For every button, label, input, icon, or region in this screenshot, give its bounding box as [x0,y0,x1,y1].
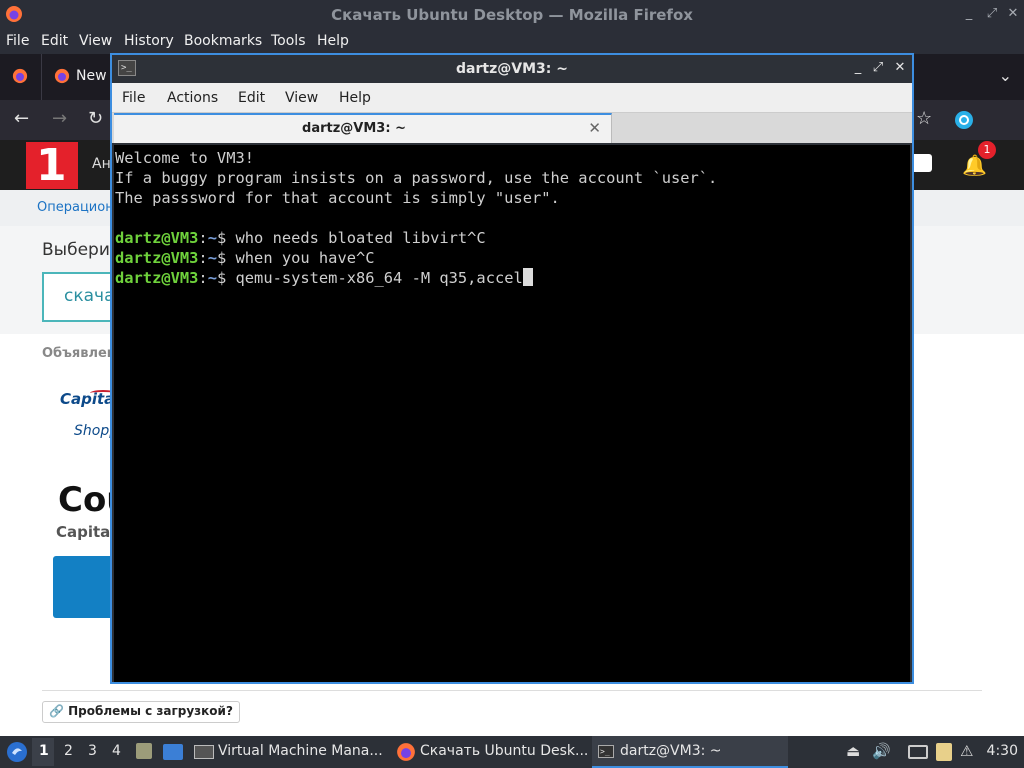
chevron-down-icon[interactable]: ⌄ [999,66,1012,85]
taskbar: 1 2 3 4 Virtual Machine Mana... Скачать … [0,736,1024,768]
prompt-sep: : [198,229,208,247]
terminal-output[interactable]: Welcome to VM3! If a buggy program insist… [114,145,910,682]
menu-help[interactable]: Help [339,90,371,106]
motd-line: Welcome to VM3! [115,149,254,167]
site-logo-text: 1 [36,140,67,191]
clipboard-icon[interactable] [936,743,952,761]
motd-line: The passsword for that account is simply… [115,189,560,207]
ad-subtext: Capital [56,523,116,541]
bookmark-star-icon[interactable]: ☆ [916,108,932,129]
download-button-label: скача [64,286,115,306]
terminal-titlebar[interactable]: >_ dartz@VM3: ~ _ ⤢ ✕ [112,55,912,83]
extension-icon[interactable] [954,110,974,130]
display-icon[interactable] [908,745,928,759]
prompt-user: dartz@VM3 [115,249,199,267]
workspace-3[interactable]: 3 [88,743,97,759]
notification-badge: 1 [978,141,996,159]
menu-bookmarks[interactable]: Bookmarks [184,33,262,49]
ad-brand-logo[interactable]: Capita [60,390,114,408]
menu-help[interactable]: Help [317,33,349,49]
task-label: dartz@VM3: ~ [620,743,722,759]
menu-edit[interactable]: Edit [238,90,265,106]
terminal-menubar: File Actions Edit View Help [112,83,912,113]
ad-label: Объявлен [42,346,116,361]
tab-new[interactable]: New [44,54,114,100]
start-menu-icon[interactable] [6,741,28,763]
firefox-icon [54,68,70,84]
terminal-window-title: dartz@VM3: ~ [456,61,568,77]
prompt-path: ~ [207,249,217,267]
terminal-tabbar: dartz@VM3: ~ ✕ [112,113,912,143]
workspace-2[interactable]: 2 [64,743,73,759]
task-label: Virtual Machine Mana... [218,743,383,759]
header-text[interactable]: Ан [92,156,111,172]
current-line: dartz@VM3:~$ qemu-system-x86_64 -M q35,a… [115,268,910,288]
terminal-icon: >_ [598,745,614,758]
menu-view[interactable]: View [285,90,318,106]
reload-icon[interactable]: ↻ [88,108,103,129]
workspace-1[interactable]: 1 [39,743,49,759]
close-tab-icon[interactable]: ✕ [588,119,601,137]
tab-label: dartz@VM3: ~ [302,121,406,136]
minimize-icon[interactable]: _ [850,60,866,75]
close-icon[interactable]: ✕ [892,60,908,75]
motd-line: If a buggy program insists on a password… [115,169,718,187]
site-logo[interactable]: 1 [26,140,78,191]
breadcrumb-link[interactable]: Операцион [37,200,114,215]
prompt-sep: : [198,269,208,287]
text-cursor [522,268,533,286]
upload-icon[interactable]: ⏏ [846,742,860,760]
prompt-sep: : [198,249,208,267]
prompt-end: $ [216,249,236,267]
select-title: Выберит [42,240,120,260]
command-input[interactable]: qemu-system-x86_64 -M q35,accel [236,269,523,287]
history-command: when you have^C [235,249,375,267]
download-problems-link[interactable]: 🔗 Проблемы с загрузкой? [42,701,240,723]
volume-icon[interactable]: 🔊 [872,742,891,760]
menu-view[interactable]: View [79,33,112,49]
network-icon[interactable]: ⚠ [960,742,973,760]
firefox-titlebar: Скачать Ubuntu Desktop — Mozilla Firefox… [0,0,1024,30]
tab-label: New [76,68,107,84]
maximize-icon[interactable]: ⤢ [870,60,886,75]
forward-icon[interactable]: → [52,108,67,129]
prompt-end: $ [216,229,236,247]
prompt-end: $ [216,269,236,287]
divider [42,690,982,691]
prompt-path: ~ [207,229,217,247]
task-label: Скачать Ubuntu Desk... [420,743,589,759]
firefox-icon [12,68,28,84]
maximize-icon[interactable]: ⤢ [985,6,999,21]
task-firefox[interactable]: Скачать Ubuntu Desk... [394,736,590,768]
menu-file[interactable]: File [6,33,29,49]
monitor-icon [194,745,214,759]
tab-terminal[interactable]: dartz@VM3: ~ ✕ [114,113,612,143]
prompt-user: dartz@VM3 [115,269,199,287]
menu-file[interactable]: File [122,90,145,106]
menu-history[interactable]: History [124,33,174,49]
menu-actions[interactable]: Actions [167,90,218,106]
task-terminal[interactable]: >_ dartz@VM3: ~ [592,736,788,768]
files-icon[interactable] [136,743,152,759]
prompt-path: ~ [207,269,217,287]
workspace-4[interactable]: 4 [112,743,121,759]
firefox-menubar: File Edit View History Bookmarks Tools H… [0,30,1024,54]
terminal-window: >_ dartz@VM3: ~ _ ⤢ ✕ File Actions Edit … [110,53,914,684]
menu-tools[interactable]: Tools [271,33,306,49]
prompt-user: dartz@VM3 [115,229,199,247]
desktop-icon[interactable] [163,744,183,760]
menu-edit[interactable]: Edit [41,33,68,49]
firefox-icon [397,743,415,761]
history-line: dartz@VM3:~$ when you have^C [115,248,910,268]
close-icon[interactable]: ✕ [1006,6,1020,21]
task-virt-manager[interactable]: Virtual Machine Mana... [192,736,388,768]
firefox-window-title: Скачать Ubuntu Desktop — Mozilla Firefox [331,6,693,24]
pinned-tab[interactable] [0,54,42,100]
history-line: dartz@VM3:~$ who needs bloated libvirt^C [115,228,910,248]
minimize-icon[interactable]: _ [962,6,976,21]
back-icon[interactable]: ← [14,108,29,129]
history-command: who needs bloated libvirt^C [235,229,486,247]
clock[interactable]: 4:30 [987,743,1018,759]
